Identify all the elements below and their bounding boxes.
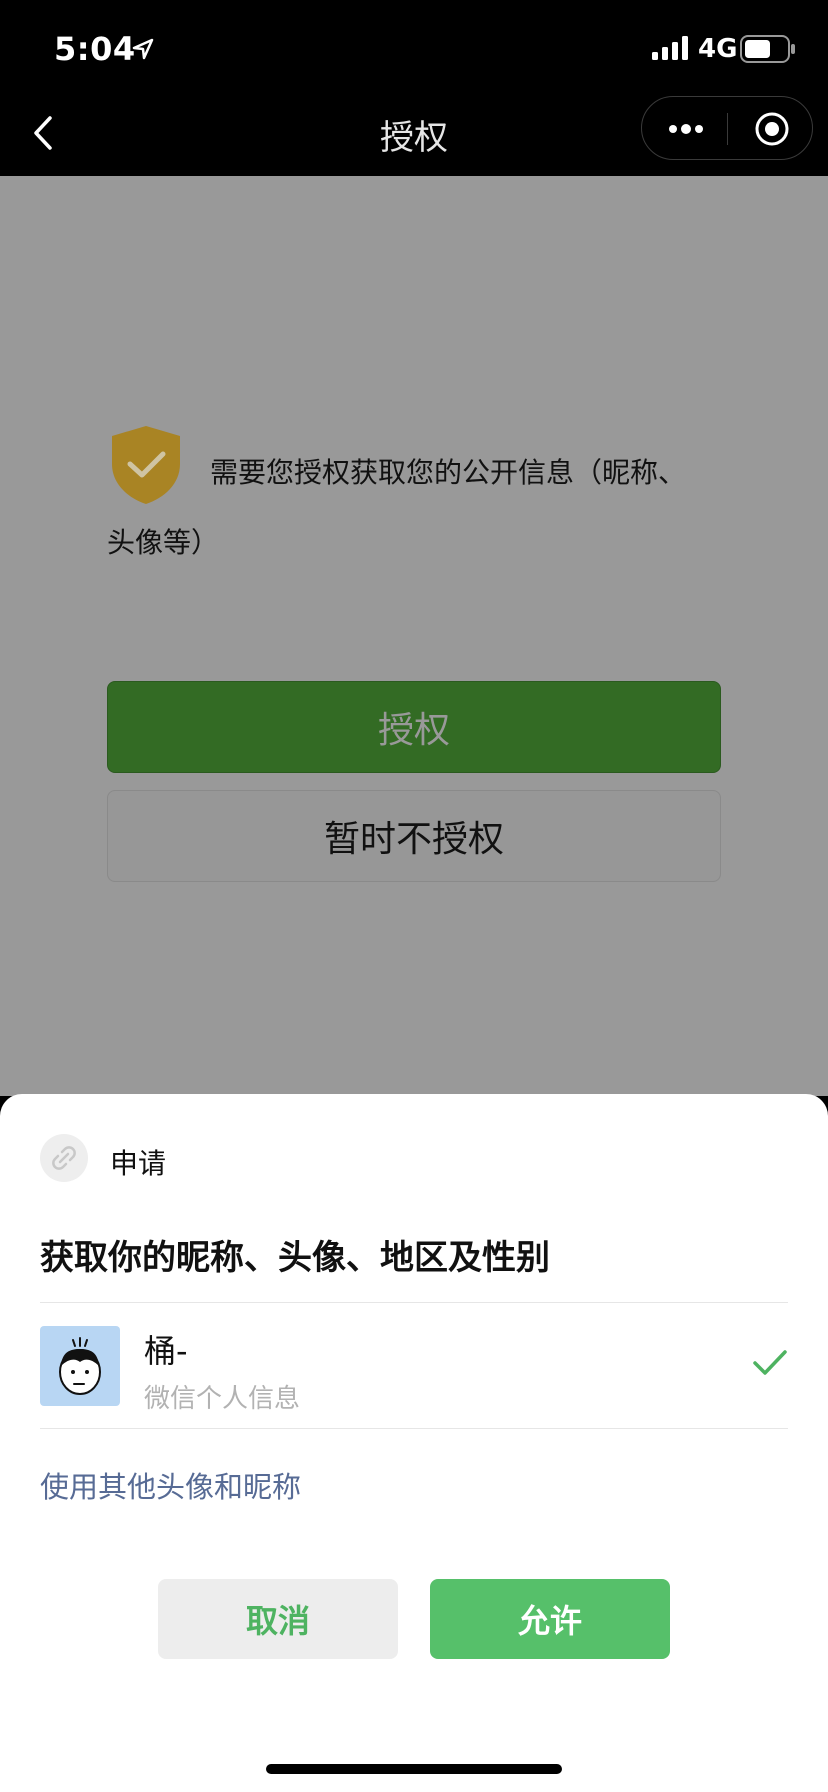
app-icon: [40, 1134, 88, 1182]
shield-check-icon: [112, 426, 180, 504]
home-indicator: [266, 1764, 562, 1774]
status-bar: 5:04 4G: [0, 0, 828, 94]
target-circle-icon[interactable]: [754, 111, 790, 147]
more-dots-icon[interactable]: [666, 119, 706, 139]
auth-description: 需要您授权获取您的公开信息（昵称、: [210, 456, 687, 489]
request-title: 获取你的昵称、头像、地区及性别: [40, 1238, 550, 1278]
cancel-button[interactable]: 取消: [158, 1579, 398, 1659]
authorize-button[interactable]: 授权: [107, 681, 721, 773]
no-authorize-button[interactable]: 暂时不授权: [107, 790, 721, 882]
auth-description-cont: 头像等）: [107, 526, 220, 559]
capsule-divider: [727, 113, 728, 145]
use-other-profile-link[interactable]: 使用其他头像和昵称: [40, 1464, 301, 1506]
allow-button[interactable]: 允许: [430, 1579, 670, 1659]
divider: [40, 1428, 788, 1429]
divider: [40, 1302, 788, 1303]
signal-bars-icon: [652, 36, 688, 60]
status-time: 5:04: [54, 30, 136, 68]
battery-icon: [740, 35, 795, 63]
network-type: 4G: [698, 34, 738, 64]
nav-bar: 授权: [0, 94, 828, 176]
user-info-subtitle: 微信个人信息: [144, 1384, 301, 1414]
check-icon[interactable]: [752, 1348, 788, 1378]
page-content: 需要您授权获取您的公开信息（昵称、 头像等） 授权 暂时不授权: [0, 176, 828, 1096]
link-icon: [52, 1146, 76, 1170]
avatar-face-icon: [59, 1337, 101, 1395]
location-arrow-icon: [132, 38, 154, 60]
user-nickname: 桶-: [144, 1332, 188, 1370]
auth-sheet: 申请 获取你的昵称、头像、地区及性别 桶- 微信个人信息 使用其他头像和昵称 取…: [0, 1094, 828, 1792]
capsule-menu: [641, 96, 813, 160]
avatar[interactable]: [40, 1326, 120, 1406]
app-name: 申请: [110, 1147, 167, 1180]
